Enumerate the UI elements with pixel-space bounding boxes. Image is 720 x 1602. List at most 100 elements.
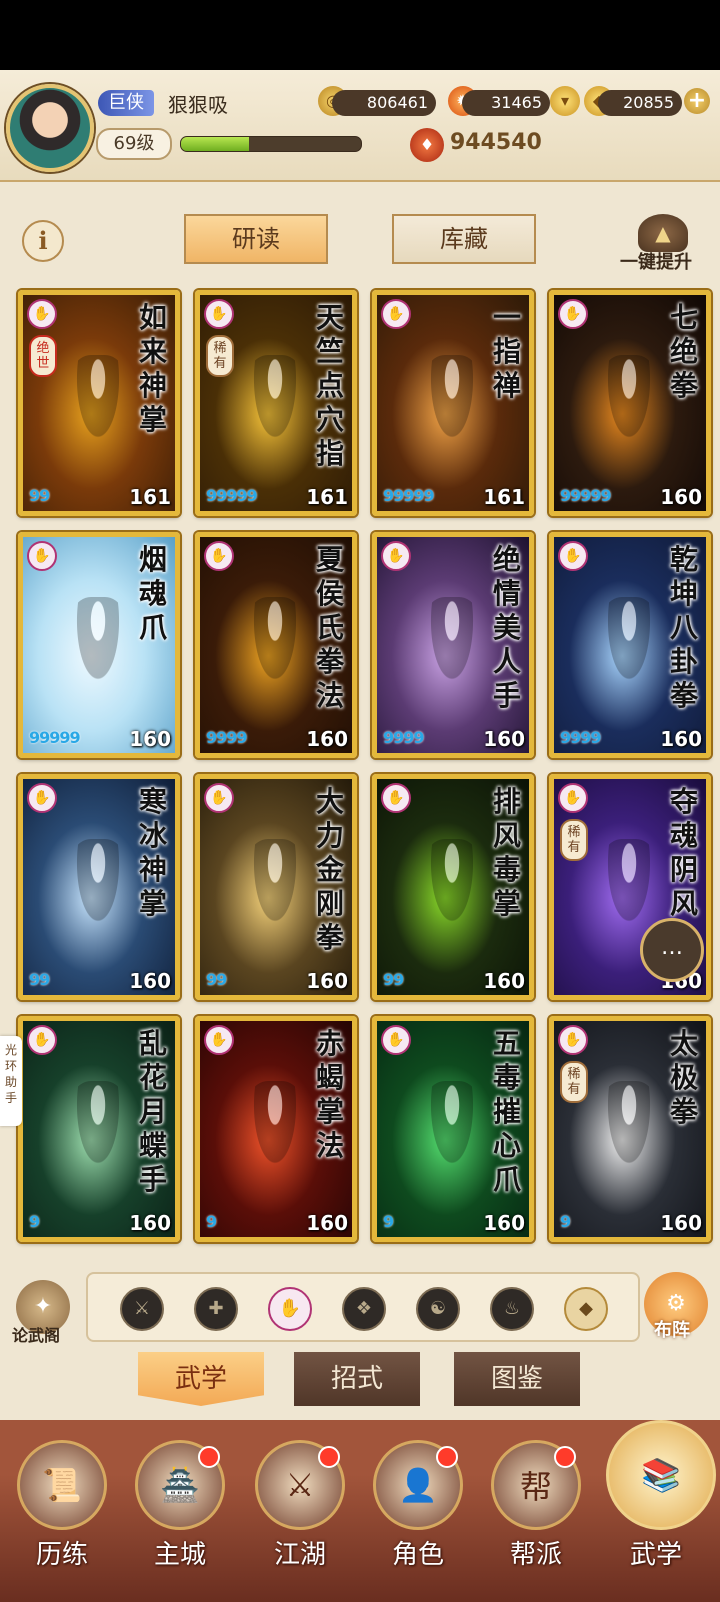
sword-icon[interactable]: ⚔ [120,1287,164,1331]
card-title: 赤蝎掌法 [315,1027,344,1162]
card-figure [63,839,133,959]
star-rating: 99 [29,486,50,505]
card-title: 大力金刚拳 [315,785,344,954]
skill-card[interactable]: ✋ 寒冰神掌 99 160 [18,774,180,1000]
star-rating: 9999 [560,728,602,747]
card-title: 绝情美人手 [492,543,521,712]
card-figure [240,597,310,717]
card-level: 160 [660,485,702,509]
card-figure [240,839,310,959]
card-level: 161 [306,485,348,509]
status-bar [0,0,720,70]
card-figure [63,355,133,475]
lunwu-label[interactable]: 论武阁 [12,1322,60,1346]
palm-type-icon: ✋ [381,783,411,813]
nav-icon: 📚 [606,1420,716,1530]
notification-dot [436,1446,458,1468]
bowl-icon[interactable]: ▾ [550,86,580,116]
nav-item-5[interactable]: 📚 武学 [606,1420,716,1571]
spear-icon[interactable]: ✚ [194,1287,238,1331]
recharge-button[interactable]: + [684,88,710,114]
skill-card[interactable]: ✋ 排风毒掌 99 160 [372,774,534,1000]
subtab-tujian[interactable]: 图鉴 [454,1352,580,1406]
skill-card[interactable]: ✋ 稀有 太极拳 9 160 [549,1016,711,1242]
nav-item-2[interactable]: ⚔ 江湖 [250,1440,350,1571]
card-title: 夏侯氏拳法 [315,543,344,712]
dragon-icon[interactable]: ♨ [490,1287,534,1331]
palm-type-icon: ✋ [204,1025,234,1055]
palm-type-icon: ✋ [204,783,234,813]
card-figure [240,1081,310,1201]
card-title: 太极拳 [669,1027,698,1128]
skill-card[interactable]: ✋ 夏侯氏拳法 9999 160 [195,532,357,758]
subtab-wuxue[interactable]: 武学 [138,1352,264,1406]
card-title: 夺魂阴风 [669,785,698,920]
nav-item-3[interactable]: 👤 角色 [368,1440,468,1571]
chat-icon[interactable]: … [640,918,704,982]
palm-type-icon: ✋ [558,783,588,813]
skill-card[interactable]: ✋ 一指禅 99999 161 [372,290,534,516]
player-name: 狠狠吸 [168,93,228,117]
taiji-icon[interactable]: ☯ [416,1287,460,1331]
notification-dot [554,1446,576,1468]
one-click-upgrade-label[interactable]: 一键提升 [620,248,692,274]
player-level: 69级 [96,128,172,160]
collapse-icon[interactable]: ◆ [564,1287,608,1331]
rarity-tag: 稀有 [206,335,234,377]
star-rating: 9 [383,1212,394,1231]
skill-card[interactable]: ✋ 绝世 如来神掌 99 161 [18,290,180,516]
subtab-zhaoshi[interactable]: 招式 [294,1352,420,1406]
star-rating: 99999 [29,728,81,747]
card-title: 一指禅 [492,301,521,402]
card-figure [594,355,664,475]
palm-type-icon: ✋ [27,541,57,571]
card-level: 160 [660,727,702,751]
crane-icon[interactable]: ❖ [342,1287,386,1331]
gem-count: 31465 [462,90,550,116]
card-title: 如来神掌 [138,301,167,436]
skill-card[interactable]: ✋ 七绝拳 99999 160 [549,290,711,516]
formation-label[interactable]: 布阵 [654,1316,690,1342]
info-button[interactable]: i [22,220,64,262]
notification-dot [318,1446,340,1468]
filter-bar: ⚔ ✚ ✋ ❖ ☯ ♨ ◆ [86,1272,640,1342]
nav-label: 江湖 [273,1540,326,1570]
palm-type-icon: ✋ [27,299,57,329]
skill-card[interactable]: ✋ 大力金刚拳 99 160 [195,774,357,1000]
tab-read[interactable]: 研读 [184,214,328,264]
palm-type-icon: ✋ [381,299,411,329]
card-figure [594,1081,664,1201]
skill-card[interactable]: ✋ 乾坤八卦拳 9999 160 [549,532,711,758]
palm-type-icon: ✋ [27,1025,57,1055]
card-figure [417,597,487,717]
card-title: 烟魂爪 [138,543,167,644]
skill-card[interactable]: ✋ 赤蝎掌法 9 160 [195,1016,357,1242]
side-helper-tab[interactable]: 光环助手 [0,1036,22,1126]
player-avatar[interactable] [6,84,94,172]
nav-item-0[interactable]: 📜 历练 [12,1440,112,1571]
star-rating: 99 [383,970,404,989]
palm-type-icon: ✋ [558,541,588,571]
palm-icon[interactable]: ✋ [268,1287,312,1331]
card-title: 排风毒掌 [492,785,521,920]
skill-card[interactable]: ✋ 乱花月蝶手 9 160 [18,1016,180,1242]
upgrade-icon[interactable]: ▲ [638,214,688,252]
card-figure [594,597,664,717]
ingot-count: 20855 [598,90,682,116]
star-rating: 99999 [560,486,612,505]
tab-collection[interactable]: 库藏 [392,214,536,264]
card-figure [63,597,133,717]
skill-card[interactable]: ✋ 五毒摧心爪 9 160 [372,1016,534,1242]
skill-card[interactable]: ✋ 绝情美人手 9999 160 [372,532,534,758]
nav-item-4[interactable]: 帮 帮派 [486,1440,586,1571]
skill-card[interactable]: ✋ 稀有 天竺点穴指 99999 161 [195,290,357,516]
palm-type-icon: ✋ [558,299,588,329]
star-rating: 9999 [383,728,425,747]
rank-badge: 巨侠 [98,90,154,116]
card-level: 160 [483,727,525,751]
nav-label: 主城 [153,1540,206,1570]
card-level: 161 [129,485,171,509]
nav-label: 武学 [629,1540,682,1570]
skill-card[interactable]: ✋ 烟魂爪 99999 160 [18,532,180,758]
nav-item-1[interactable]: 🏯 主城 [130,1440,230,1571]
